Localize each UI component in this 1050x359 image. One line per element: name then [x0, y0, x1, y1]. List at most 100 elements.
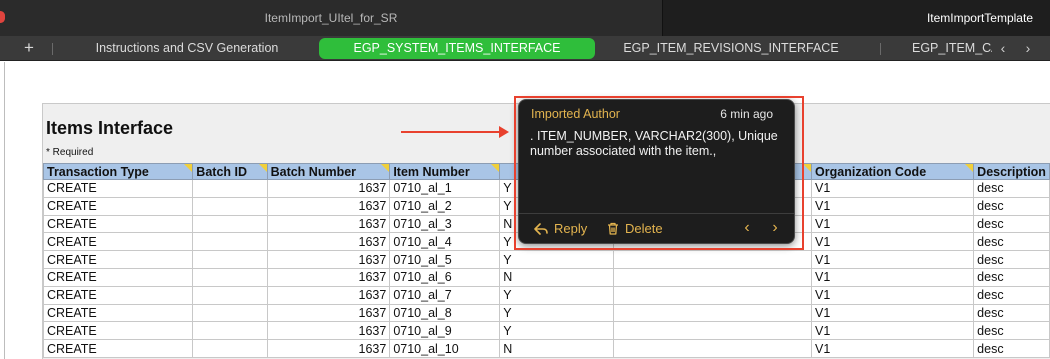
comment-marker-icon[interactable]	[965, 164, 973, 172]
table-cell[interactable]	[613, 339, 813, 358]
table-cell[interactable]	[613, 250, 813, 269]
tab-egp-system-items-interface[interactable]: EGP_SYSTEM_ITEMS_INTERFACE	[319, 38, 595, 59]
table-cell[interactable]	[192, 339, 268, 358]
table-cell[interactable]: desc	[973, 339, 1050, 358]
table-cell[interactable]: 1637	[266, 214, 391, 234]
table-cell[interactable]: desc	[973, 267, 1050, 287]
table-cell[interactable]: 1637	[266, 179, 391, 198]
table-cell[interactable]: 1637	[266, 196, 391, 216]
table-cell[interactable]: Y	[499, 285, 615, 305]
table-cell[interactable]: V1	[811, 250, 975, 269]
comment-marker-icon[interactable]	[491, 164, 499, 172]
table-cell[interactable]: V1	[811, 321, 975, 341]
table-cell[interactable]: CREATE	[42, 303, 194, 323]
table-cell[interactable]: CREATE	[42, 285, 194, 305]
canvas-edge	[4, 62, 5, 359]
table-cell[interactable]	[192, 250, 268, 269]
table-cell[interactable]: 0710_al_7	[389, 285, 501, 305]
close-dot-icon[interactable]	[0, 11, 5, 23]
table-cell[interactable]: V1	[811, 214, 975, 234]
comment-marker-icon[interactable]	[184, 164, 192, 172]
table-cell[interactable]: CREATE	[42, 179, 194, 198]
table-cell[interactable]: 1637	[266, 303, 391, 323]
table-cell[interactable]: 1637	[266, 232, 391, 252]
table-cell[interactable]: V1	[811, 339, 975, 358]
table-cell[interactable]	[613, 267, 813, 287]
table-cell[interactable]: CREATE	[42, 321, 194, 341]
table-cell[interactable]: N	[499, 339, 615, 358]
annotation-arrow	[401, 131, 501, 133]
table-cell[interactable]: 1637	[266, 250, 391, 269]
column-header[interactable]: Batch Number	[266, 163, 391, 180]
chevron-left-icon[interactable]: ‹	[994, 36, 1012, 61]
table-cell[interactable]: desc	[973, 321, 1050, 341]
table-cell[interactable]: 0710_al_3	[389, 214, 501, 234]
table-cell[interactable]: desc	[973, 303, 1050, 323]
table-cell[interactable]: CREATE	[42, 339, 194, 358]
table-cell[interactable]: 1637	[266, 267, 391, 287]
table-cell[interactable]: 1637	[266, 321, 391, 341]
table-cell[interactable]: N	[499, 267, 615, 287]
comment-marker-icon[interactable]	[803, 164, 811, 172]
tab-egp-item-revisions-interface[interactable]: EGP_ITEM_REVISIONS_INTERFACE	[605, 38, 857, 59]
table-row: CREATE 1637 0710_al_9 Y V1 desc	[42, 321, 1050, 341]
table-cell[interactable]: desc	[973, 214, 1050, 234]
table-row: CREATE 1637 0710_al_6 N V1 desc	[42, 267, 1050, 287]
file-tab-itemimport-ultel[interactable]: ItemImport_UItel_for_SR	[0, 0, 663, 36]
column-header[interactable]: Item Number	[389, 163, 501, 180]
table-cell[interactable]	[192, 321, 268, 341]
table-cell[interactable]: 1637	[266, 285, 391, 305]
table-cell[interactable]	[192, 196, 268, 216]
column-header[interactable]: Batch ID	[192, 163, 268, 180]
table-cell[interactable]: desc	[973, 250, 1050, 269]
table-cell[interactable]: Y	[499, 321, 615, 341]
table-cell[interactable]: CREATE	[42, 232, 194, 252]
table-cell[interactable]	[192, 232, 268, 252]
table-cell[interactable]: V1	[811, 303, 975, 323]
comment-marker-icon[interactable]	[381, 164, 389, 172]
table-cell[interactable]: CREATE	[42, 196, 194, 216]
table-cell[interactable]: CREATE	[42, 250, 194, 269]
table-cell[interactable]: 0710_al_5	[389, 250, 501, 269]
table-cell[interactable]: desc	[973, 285, 1050, 305]
table-cell[interactable]: Y	[499, 250, 615, 269]
table-cell[interactable]	[192, 303, 268, 323]
column-header[interactable]: Transaction Type	[42, 163, 194, 180]
table-cell[interactable]: V1	[811, 267, 975, 287]
table-cell[interactable]: V1	[811, 285, 975, 305]
table-cell[interactable]: Y	[499, 303, 615, 323]
add-sheet-button[interactable]: +	[18, 36, 40, 61]
tab-egp-item-categories-interface[interactable]: EGP_ITEM_CATEGORIES_INTERFACE	[912, 38, 992, 59]
table-cell[interactable]: V1	[811, 232, 975, 252]
table-cell[interactable]: 0710_al_6	[389, 267, 501, 287]
table-cell[interactable]: 0710_al_4	[389, 232, 501, 252]
tab-instructions-csv-generation[interactable]: Instructions and CSV Generation	[62, 38, 312, 59]
table-cell[interactable]: 0710_al_10	[389, 339, 501, 358]
table-cell[interactable]: V1	[811, 179, 975, 198]
table-cell[interactable]: 0710_al_9	[389, 321, 501, 341]
table-cell[interactable]	[613, 285, 813, 305]
table-cell[interactable]	[192, 179, 268, 198]
chevron-right-icon[interactable]: ›	[1019, 36, 1037, 61]
tab-divider	[880, 43, 881, 55]
comment-marker-icon[interactable]	[258, 164, 267, 172]
column-header[interactable]: Organization Code	[811, 163, 975, 180]
file-tab-itemimporttemplate[interactable]: ItemImportTemplate	[663, 0, 1050, 36]
table-cell[interactable]	[192, 267, 268, 287]
table-cell[interactable]: desc	[973, 232, 1050, 252]
table-cell[interactable]: 1637	[266, 339, 391, 358]
column-header[interactable]: Description	[973, 163, 1050, 180]
table-cell[interactable]	[613, 303, 813, 323]
table-cell[interactable]: 0710_al_2	[389, 196, 501, 216]
table-cell[interactable]	[192, 285, 268, 305]
table-cell[interactable]	[192, 214, 268, 234]
file-tab-label: ItemImport_UItel_for_SR	[264, 11, 398, 25]
table-cell[interactable]: CREATE	[42, 214, 194, 234]
table-cell[interactable]: CREATE	[42, 267, 194, 287]
table-cell[interactable]: 0710_al_8	[389, 303, 501, 323]
table-cell[interactable]: desc	[973, 196, 1050, 216]
table-cell[interactable]: desc	[973, 179, 1050, 198]
table-cell[interactable]	[613, 321, 813, 341]
table-cell[interactable]: 0710_al_1	[389, 179, 501, 198]
table-cell[interactable]: V1	[811, 196, 975, 216]
